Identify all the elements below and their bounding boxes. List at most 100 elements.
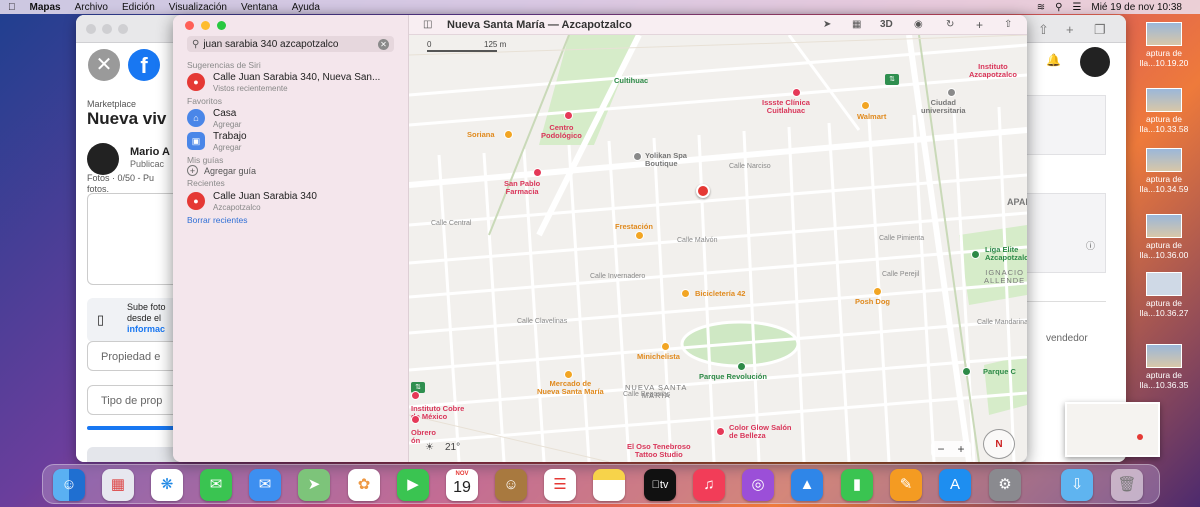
park-poi-icon[interactable] [962, 367, 971, 376]
label-centro-podologico[interactable]: Centro Podológico [541, 124, 582, 140]
new-tab-icon[interactable]: + [1066, 22, 1074, 37]
selected-location-pin-icon[interactable] [696, 184, 710, 198]
search-input[interactable]: ⚲ juan sarabia 340 azcapotzalco ✕ [187, 36, 394, 52]
institute-poi-icon[interactable] [411, 391, 420, 400]
desktop-file[interactable]: aptura de lla...10.33.58 [1128, 88, 1200, 134]
tabs-overview-icon[interactable]: ❐ [1094, 22, 1106, 38]
photos-icon[interactable]: ✿ [348, 469, 380, 501]
label-color-glow[interactable]: Color Glow Salón de Belleza [729, 424, 792, 440]
label-issste[interactable]: Issste Clínica Cuitlahuac [762, 99, 810, 115]
label-bicicleteria[interactable]: Bicicletería 42 [695, 290, 745, 298]
hospital-poi-icon[interactable] [792, 88, 801, 97]
recent-item[interactable]: ● Calle Juan Sarabia 340 Azcapotzalco [187, 189, 399, 213]
look-around-icon[interactable]: ◉ [914, 19, 923, 30]
music-icon[interactable]: ♫ [693, 469, 725, 501]
downloads-folder-icon[interactable]: ⇩ [1061, 469, 1093, 501]
facetime-icon[interactable]: ▶ [397, 469, 429, 501]
reminders-icon[interactable]: ☰ [544, 469, 576, 501]
trash-icon[interactable]: 🗑 [1111, 469, 1143, 501]
desktop-file[interactable]: aptura de lla...10.36.27 [1128, 272, 1200, 318]
label-instituto-azcapotzalco[interactable]: Instituto Azcapotzalco [969, 63, 1017, 79]
zoom-out-button[interactable]: − [937, 442, 944, 456]
label-san-pablo[interactable]: San Pablo Farmacia [504, 180, 540, 196]
search-icon[interactable]: ⚲ [1055, 2, 1062, 13]
store-poi-icon[interactable] [861, 101, 870, 110]
close-icon[interactable]: ✕ [88, 49, 120, 81]
maps-icon[interactable]: ➤ [298, 469, 330, 501]
apple-icon[interactable]:  [8, 2, 16, 13]
menu-visualizacion[interactable]: Visualización [169, 2, 227, 13]
menu-ventana[interactable]: Ventana [241, 2, 278, 13]
upload-tip-link[interactable]: informac [127, 324, 165, 334]
favorite-home[interactable]: ⌂ Casa Agregar [187, 106, 399, 130]
window-close-button[interactable] [185, 21, 194, 30]
compass-icon[interactable]: N [983, 429, 1015, 459]
market-poi-icon[interactable] [564, 370, 573, 379]
store-poi-icon[interactable] [504, 130, 513, 139]
control-center-icon[interactable]: ☰ [1072, 2, 1081, 13]
shop-poi-icon[interactable] [661, 342, 670, 351]
pharmacy-poi-icon[interactable] [533, 168, 542, 177]
pet-poi-icon[interactable] [873, 287, 882, 296]
label-parque-c[interactable]: Parque C [983, 368, 1016, 376]
medical-poi-icon[interactable] [564, 111, 573, 120]
apple-tv-icon[interactable]: tv [644, 469, 676, 501]
wifi-icon[interactable]: ≋ [1037, 2, 1045, 13]
spa-poi-icon[interactable] [633, 152, 642, 161]
menu-ayuda[interactable]: Ayuda [292, 2, 320, 13]
label-parque-revolucion[interactable]: Parque Revolución [699, 373, 767, 381]
clear-recent-link[interactable]: Borrar recientes [187, 215, 247, 225]
map-mode-icon[interactable]: ▦ [852, 19, 861, 30]
shop-poi-icon[interactable] [681, 289, 690, 298]
notification-bell-icon[interactable]: 🔔 [1046, 53, 1061, 67]
label-soriana[interactable]: Soriana [467, 131, 495, 139]
contacts-icon[interactable]: ☺ [495, 469, 527, 501]
desktop-file[interactable]: aptura de lla...10.34.59 [1128, 148, 1200, 194]
calendar-icon[interactable]: NOV 19 [446, 469, 478, 501]
facebook-logo-icon[interactable]: f [128, 49, 160, 81]
label-ciudad-universitaria[interactable]: Ciudad universitaria [921, 99, 966, 115]
system-preferences-icon[interactable]: ⚙ [989, 469, 1021, 501]
window-minimize-button[interactable] [201, 21, 210, 30]
sports-poi-icon[interactable] [971, 250, 980, 259]
3d-button[interactable]: 3D [880, 19, 893, 30]
menu-edicion[interactable]: Edición [122, 2, 155, 13]
menu-archivo[interactable]: Archivo [75, 2, 108, 13]
label-yolikan[interactable]: Yolikan Spa Boutique [645, 152, 687, 168]
safari-zoom-button[interactable] [118, 24, 128, 34]
info-icon[interactable]: ⓘ [1086, 239, 1095, 252]
food-poi-icon[interactable] [635, 231, 644, 240]
safari-close-button[interactable] [86, 24, 96, 34]
clear-search-icon[interactable]: ✕ [378, 38, 389, 50]
podcasts-icon[interactable]: ◎ [742, 469, 774, 501]
desktop-file[interactable]: aptura de lla...10.36.00 [1128, 214, 1200, 260]
keynote-icon[interactable]: ▲ [791, 469, 823, 501]
zoom-in-button[interactable]: + [957, 442, 964, 456]
label-frestacion[interactable]: Frestación [615, 223, 653, 231]
menu-app-name[interactable]: Mapas [30, 2, 61, 13]
medical-poi-icon[interactable] [411, 415, 420, 424]
add-guide-button[interactable]: + Agregar guía [187, 165, 256, 176]
directions-icon[interactable]: ➤ [823, 19, 831, 30]
numbers-icon[interactable]: ▮ [841, 469, 873, 501]
screenshot-preview-thumbnail[interactable] [1065, 402, 1160, 457]
zoom-in-toolbar-icon[interactable]: + [976, 18, 983, 32]
share-icon[interactable]: ⇧ [1004, 19, 1012, 30]
share-icon[interactable]: ⇧ [1038, 22, 1049, 38]
label-walmart[interactable]: Walmart [857, 113, 886, 121]
label-mercado[interactable]: Mercado de Nueva Santa María [537, 380, 604, 396]
favorite-work[interactable]: ▣ Trabajo Agregar [187, 129, 399, 153]
menu-clock[interactable]: Mié 19 de nov 10:38 [1091, 2, 1182, 13]
school-poi-icon[interactable] [947, 88, 956, 97]
track-location-icon[interactable]: ↻ [946, 19, 954, 30]
messages-icon[interactable]: ✉ [200, 469, 232, 501]
siri-suggestion-item[interactable]: ● Calle Juan Sarabia 340, Nueva San... V… [187, 70, 399, 94]
label-el-oso[interactable]: El Oso Tenebroso Tattoo Studio [627, 443, 691, 459]
profile-avatar[interactable] [1080, 47, 1110, 77]
launchpad-icon[interactable]: ▦ [102, 469, 134, 501]
mail-icon[interactable]: ✉ [249, 469, 281, 501]
desktop-file[interactable]: aptura de lla...10.36.35 [1128, 344, 1200, 390]
notes-icon[interactable] [593, 469, 625, 501]
safari-icon[interactable]: ❋ [151, 469, 183, 501]
label-posh-dog[interactable]: Posh Dog [855, 298, 890, 306]
